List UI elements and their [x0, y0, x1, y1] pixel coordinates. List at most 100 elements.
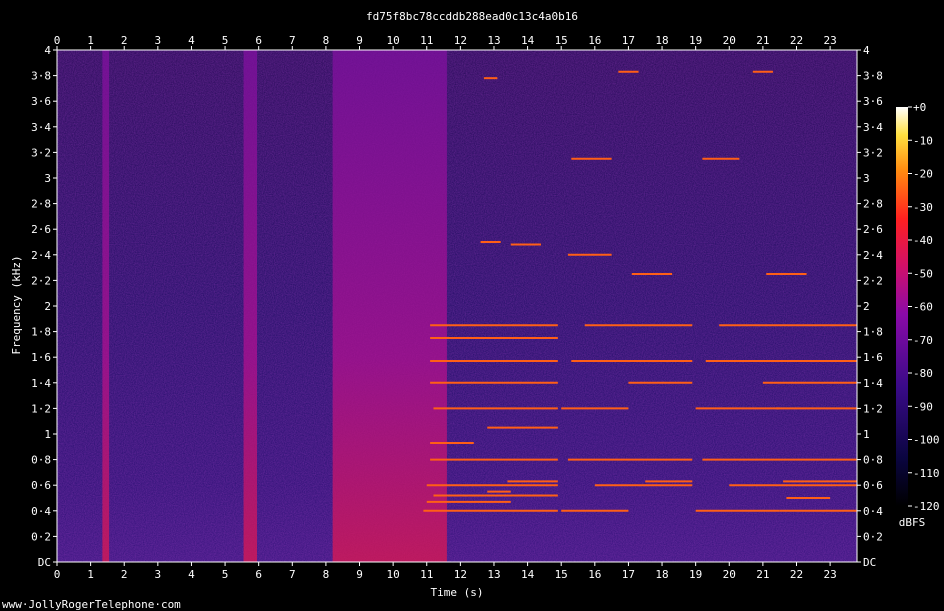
x-tick-label-top-6: 6: [255, 34, 262, 47]
y-tick-label-right-19: 3·8: [863, 70, 883, 83]
x-tick-label-top-19: 19: [689, 34, 702, 47]
x-tick-label-bottom-12: 12: [454, 568, 467, 581]
y-tick-label-right-14: 2·8: [863, 198, 883, 211]
y-axis-right: DC 0·2 0·4 0·6 0·8 1 1·2 1·4 1·6 1·8 2 2·2 2·4 2·6 2·8…: [857, 44, 883, 569]
y-tick-label-right-3: 0·6: [863, 479, 883, 492]
x-tick-label-top-8: 8: [323, 34, 330, 47]
x-tick-label-bottom-9: 9: [356, 568, 363, 581]
y-tick-label-right-15: 3: [863, 172, 870, 185]
x-tick-label-bottom-4: 4: [188, 568, 195, 581]
y-tick-label-left-6: 1·2: [31, 402, 51, 415]
x-tick-label-top-16: 16: [588, 34, 601, 47]
x-tick-label-bottom-21: 21: [756, 568, 769, 581]
x-axis-label: Time (s): [431, 586, 484, 599]
y-tick-label-left-9: 1·8: [31, 326, 51, 339]
y-tick-label-left-3: 0·6: [31, 479, 51, 492]
x-tick-label-bottom-18: 18: [655, 568, 668, 581]
x-tick-label-top-7: 7: [289, 34, 296, 47]
chart-title: fd75f8bc78ccddb288ead0c13c4a0b16: [366, 10, 578, 23]
x-tick-label-bottom-1: 1: [87, 568, 94, 581]
colorbar-label: dBFS: [899, 516, 926, 529]
colorbar-tick-label-9: -90: [913, 400, 933, 413]
x-tick-label-top-0: 0: [54, 34, 61, 47]
burst-1: [243, 50, 257, 562]
x-tick-label-top-13: 13: [487, 34, 500, 47]
colorbar-tick-label-3: -30: [913, 201, 933, 214]
y-tick-label-left-4: 0·8: [31, 454, 51, 467]
x-tick-label-top-3: 3: [155, 34, 162, 47]
burst-0: [102, 50, 110, 562]
colorbar-tick-label-2: -20: [913, 168, 933, 181]
y-tick-label-right-9: 1·8: [863, 326, 883, 339]
y-tick-label-left-1: 0·2: [31, 530, 51, 543]
y-tick-label-right-13: 2·6: [863, 223, 883, 236]
y-tick-label-left-16: 3·2: [31, 146, 51, 159]
y-tick-label-right-17: 3·4: [863, 121, 883, 134]
x-tick-label-bottom-13: 13: [487, 568, 500, 581]
y-tick-label-right-20: 4: [863, 44, 870, 57]
colorbar: +0 -10 -20 -30 -40 -50 -60 -70 -80 -90 -100 -110 -12…: [896, 101, 940, 529]
y-tick-label-left-19: 3·8: [31, 70, 51, 83]
x-tick-label-top-20: 20: [723, 34, 736, 47]
x-tick-label-top-18: 18: [655, 34, 668, 47]
y-tick-label-left-2: 0·4: [31, 505, 51, 518]
x-tick-label-bottom-2: 2: [121, 568, 128, 581]
y-tick-label-left-15: 3: [44, 172, 51, 185]
y-tick-label-right-18: 3·6: [863, 95, 883, 108]
y-tick-label-left-12: 2·4: [31, 249, 51, 262]
y-axis-label: Frequency (kHz): [10, 255, 23, 354]
colorbar-ticks: +0 -10 -20 -30 -40 -50 -60 -70 -80 -90 -100 -110 -12…: [908, 101, 940, 513]
x-tick-label-bottom-17: 17: [622, 568, 635, 581]
colorbar-tick-label-1: -10: [913, 134, 933, 147]
x-tick-label-bottom-14: 14: [521, 568, 535, 581]
watermark: www·JollyRogerTelephone·com: [2, 598, 181, 611]
x-axis-top: 0 1 2 3 4 5 6 7 8 9 10 11 12 13 14 15 16 17 18 19 20 21 22 23: [54, 34, 837, 50]
y-tick-label-right-16: 3·2: [863, 146, 883, 159]
x-tick-label-bottom-23: 23: [823, 568, 836, 581]
colorbar-gradient: [896, 107, 908, 506]
y-tick-label-right-2: 0·4: [863, 505, 883, 518]
x-tick-label-bottom-20: 20: [723, 568, 736, 581]
y-tick-label-right-8: 1·6: [863, 351, 883, 364]
colorbar-tick-label-8: -80: [913, 367, 933, 380]
x-tick-label-top-10: 10: [387, 34, 400, 47]
colorbar-tick-label-5: -50: [913, 267, 933, 280]
colorbar-tick-label-0: +0: [913, 101, 926, 114]
y-tick-label-right-12: 2·4: [863, 249, 883, 262]
spectrogram-chart: fd75f8bc78ccddb288ead0c13c4a0b16 0123456…: [2, 10, 940, 611]
y-tick-label-left-11: 2·2: [31, 274, 51, 287]
y-tick-label-right-6: 1·2: [863, 402, 883, 415]
x-tick-label-bottom-11: 11: [420, 568, 433, 581]
y-tick-label-left-14: 2·8: [31, 198, 51, 211]
x-tick-label-bottom-7: 7: [289, 568, 296, 581]
x-tick-label-top-12: 12: [454, 34, 467, 47]
colorbar-tick-label-7: -70: [913, 334, 933, 347]
y-tick-label-left-17: 3·4: [31, 121, 51, 134]
y-tick-label-right-7: 1·4: [863, 377, 883, 390]
x-tick-label-bottom-6: 6: [255, 568, 262, 581]
y-tick-label-right-0: DC: [863, 556, 876, 569]
x-tick-label-bottom-0: 0: [54, 568, 61, 581]
x-tick-label-top-21: 21: [756, 34, 769, 47]
colorbar-tick-label-6: -60: [913, 301, 933, 314]
x-tick-label-top-11: 11: [420, 34, 433, 47]
y-tick-label-left-18: 3·6: [31, 95, 51, 108]
x-tick-label-top-17: 17: [622, 34, 635, 47]
x-tick-label-top-9: 9: [356, 34, 363, 47]
y-tick-label-left-8: 1·6: [31, 351, 51, 364]
x-tick-label-bottom-8: 8: [323, 568, 330, 581]
colorbar-tick-label-11: -110: [913, 467, 940, 480]
plot-area: [56, 49, 858, 563]
x-tick-label-bottom-15: 15: [555, 568, 568, 581]
x-tick-label-top-2: 2: [121, 34, 128, 47]
x-tick-label-top-22: 22: [790, 34, 803, 47]
y-axis-left: DC 0·2 0·4 0·6 0·8 1 1·2 1·4 1·6 1·8 2 2·2 2·4 2·6 2·8…: [31, 44, 57, 569]
y-tick-label-left-5: 1: [44, 428, 51, 441]
y-tick-label-right-4: 0·8: [863, 454, 883, 467]
colorbar-tick-label-4: -40: [913, 234, 933, 247]
y-tick-label-left-20: 4: [44, 44, 51, 57]
y-tick-label-right-1: 0·2: [863, 530, 883, 543]
y-tick-label-left-10: 2: [44, 300, 51, 313]
x-tick-label-top-14: 14: [521, 34, 535, 47]
y-tick-label-left-13: 2·6: [31, 223, 51, 236]
